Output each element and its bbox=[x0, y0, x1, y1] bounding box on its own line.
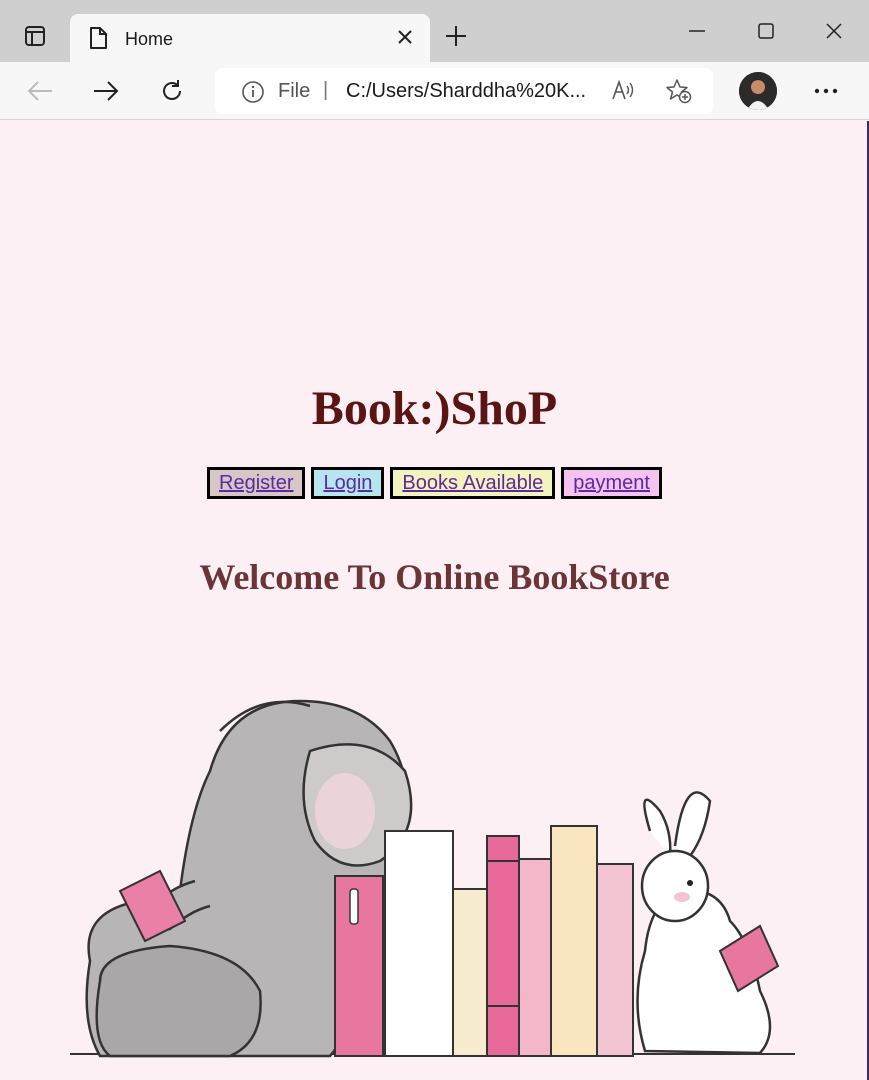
tab-home[interactable]: Home bbox=[70, 14, 430, 62]
payment-link[interactable]: payment bbox=[561, 467, 662, 499]
minimize-button[interactable] bbox=[673, 14, 721, 48]
plus-icon bbox=[446, 26, 466, 46]
back-button[interactable] bbox=[20, 72, 60, 110]
books-available-link[interactable]: Books Available bbox=[390, 467, 556, 499]
address-bar[interactable]: File | C:/Users/Sharddha%20K... bbox=[215, 68, 713, 114]
login-link[interactable]: Login bbox=[311, 467, 385, 499]
refresh-button[interactable] bbox=[152, 72, 192, 110]
more-dots-icon bbox=[814, 88, 838, 94]
profile-avatar[interactable] bbox=[739, 72, 777, 110]
back-arrow-icon bbox=[27, 81, 52, 101]
info-icon[interactable] bbox=[241, 80, 265, 109]
settings-more-button[interactable] bbox=[806, 80, 846, 102]
page-title: Book:)ShoP bbox=[311, 382, 558, 435]
close-window-button[interactable] bbox=[810, 14, 858, 48]
address-scheme-label: File bbox=[278, 80, 311, 102]
page-icon bbox=[88, 26, 108, 55]
maximize-button[interactable] bbox=[742, 14, 790, 48]
tab-strip: Home bbox=[0, 0, 869, 62]
forward-button[interactable] bbox=[86, 72, 126, 110]
close-tab-icon[interactable] bbox=[394, 26, 416, 53]
forward-arrow-icon bbox=[94, 81, 119, 101]
refresh-icon bbox=[163, 80, 181, 100]
welcome-heading: Welcome To Online BookStore bbox=[199, 557, 670, 597]
minimize-icon bbox=[689, 30, 705, 32]
browser-window: Home File | C:/Users/Sharddha%20K... Boo… bbox=[0, 0, 869, 1080]
web-page: Book:)ShoP Register Login Books Availabl… bbox=[0, 121, 869, 1080]
nav-bar: Register Login Books Available payment bbox=[0, 467, 869, 499]
maximize-icon bbox=[758, 23, 774, 39]
tab-title: Home bbox=[125, 29, 174, 49]
address-url[interactable]: C:/Users/Sharddha%20K... bbox=[346, 80, 586, 103]
tab-actions-icon bbox=[25, 26, 45, 46]
register-link[interactable]: Register bbox=[207, 467, 306, 499]
add-favorite-icon[interactable] bbox=[665, 78, 693, 109]
elephant-bunny-books-illustration bbox=[70, 699, 795, 1058]
address-separator: | bbox=[323, 79, 329, 101]
close-icon bbox=[826, 23, 842, 39]
tab-actions-button[interactable] bbox=[10, 18, 60, 54]
new-tab-button[interactable] bbox=[440, 20, 472, 52]
read-aloud-icon[interactable] bbox=[611, 78, 637, 107]
